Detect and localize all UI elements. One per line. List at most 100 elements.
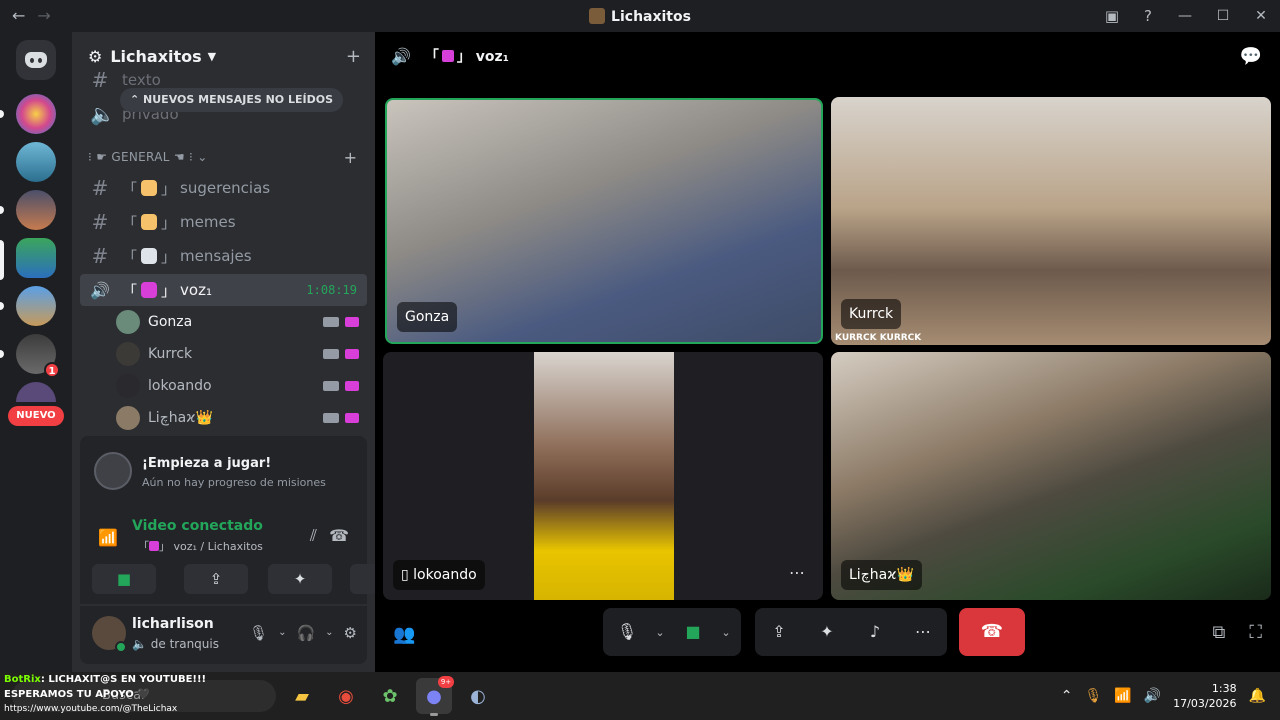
activities-button[interactable]: ✦ [268, 564, 332, 594]
voice-user-kurrck[interactable]: Kurrck [116, 340, 367, 368]
new-unread-messages-banner[interactable]: ⌃ NUEVOS MENSAJES NO LEÍDOS [120, 88, 343, 112]
create-channel-icon[interactable]: + [344, 148, 357, 167]
video-tile-kurrck[interactable]: Kurrck KURRCK KURRCK [831, 97, 1271, 345]
discord-logo-icon [25, 52, 47, 68]
settings-gear-icon[interactable]: ⚙ [344, 624, 357, 642]
channel-memes[interactable]: # 「」 memes [80, 206, 367, 238]
pop-out-icon[interactable]: ⧉ [1213, 622, 1226, 643]
server-icon[interactable] [16, 382, 56, 402]
taskbar-search[interactable]: Buscar [12, 680, 276, 712]
forward-arrow-icon[interactable]: → [37, 6, 50, 25]
back-arrow-icon[interactable]: ← [12, 6, 25, 25]
voice-user-lokoando[interactable]: lokoando [116, 372, 367, 400]
speaker-icon: 🔊 [391, 46, 411, 66]
app-icon[interactable]: ✿ [372, 678, 408, 714]
file-explorer-icon[interactable]: ▰ [284, 678, 320, 714]
chrome-icon[interactable]: ◉ [328, 678, 364, 714]
channel-sidebar: ⚙ Lichaxitos ▼ + # texto 🔈 privado ⌃ NUEVO… [72, 32, 424, 672]
steam-icon[interactable]: ◐ [460, 678, 496, 714]
microphone-button[interactable]: 🎙 [603, 608, 651, 656]
channel-partial[interactable]: # texto [80, 70, 367, 90]
invite-to-call-icon[interactable]: 👥 [393, 624, 415, 645]
noise-suppression-icon[interactable]: ⫽ [310, 526, 317, 546]
video-tile-gonza[interactable]: Gonza [385, 98, 823, 344]
more-options-icon[interactable]: ⋯ [789, 563, 805, 582]
screen-share-button[interactable]: ⇪ [755, 608, 803, 656]
headphones-icon[interactable]: 🎧 [296, 624, 315, 642]
system-clock[interactable]: 1:38 17/03/2026 [1173, 681, 1236, 711]
disconnect-icon[interactable]: ☎ [329, 526, 349, 545]
discord-app-icon[interactable]: ● 9+ [416, 676, 454, 716]
running-indicator [430, 713, 438, 716]
server-icon[interactable]: 1 [16, 334, 60, 378]
call-controls-bar: 👥 🎙 ⌄ ■ ⌄ ⇪ ✦ ♪ ⋯ ☎ ⧉ ⛶ [375, 608, 1280, 672]
minimize-button[interactable]: — [1166, 8, 1204, 24]
activities-button[interactable]: ✦ [803, 608, 851, 656]
avatar [116, 406, 140, 430]
chevron-down-icon[interactable]: ⌄ [278, 624, 286, 642]
server-icon[interactable] [16, 286, 56, 326]
user-panel: licharlison 🔈 de tranquis 🎙 ⌄ 🎧 ⌄ ⚙ [80, 606, 367, 664]
quest-panel[interactable]: ¡Empieza a jugar! Aún no hay progreso de… [80, 436, 367, 506]
chevron-down-icon[interactable]: ⌄ [651, 626, 669, 639]
megaphone-emoji-icon [141, 282, 158, 298]
hash-icon: # [91, 70, 109, 90]
voice-user-gonza[interactable]: Gonza [116, 308, 367, 336]
voice-user-lichax[interactable]: Liچhaϰ👑 [116, 404, 367, 432]
invite-people-icon[interactable]: + [346, 46, 361, 67]
voice-status[interactable]: Video conectado [132, 518, 263, 534]
chevron-up-icon[interactable]: ⌃ [1061, 688, 1073, 704]
chevron-down-icon[interactable]: ⌄ [325, 624, 333, 642]
server-icon[interactable] [16, 142, 56, 182]
custom-status: 🔈 de tranquis [132, 637, 219, 651]
title-bar: ← → Lichaxitos ▣ ? — ☐ ✕ [0, 0, 1280, 32]
voice-location[interactable]: 「」 voz₁ / Lichaxitos [138, 538, 263, 554]
wifi-icon[interactable]: 📶 [1114, 688, 1131, 704]
lock-speaker-icon: 🔈 [90, 102, 115, 126]
signal-icon[interactable]: 📶 [98, 528, 118, 547]
stream-icon [345, 381, 359, 391]
microphone-in-use-icon[interactable]: 🎙 [1085, 688, 1103, 704]
mention-badge: 1 [44, 362, 60, 378]
category-general[interactable]: ⁝ ☛ GENERAL ☚ ⁝ ⌄ [88, 150, 208, 164]
audio-video-controls: 🎙 ⌄ ■ ⌄ [603, 608, 741, 656]
volume-icon[interactable]: 🔊 [1144, 688, 1161, 704]
username[interactable]: licharlison [132, 616, 214, 632]
notifications-icon[interactable]: 🔔 [1249, 688, 1266, 704]
new-badge[interactable]: NUEVO [8, 406, 64, 426]
quest-title: ¡Empieza a jugar! [142, 456, 272, 471]
video-tile-lokoando[interactable]: ▯ lokoando ⋯ [383, 352, 823, 600]
server-icon-lichaxitos[interactable] [16, 238, 56, 278]
maximize-button[interactable]: ☐ [1204, 8, 1242, 24]
video-tile-lichax[interactable]: Liچhaϰ👑 [831, 352, 1271, 600]
video-frame [534, 352, 674, 600]
inbox-icon[interactable]: ▣ [1094, 7, 1130, 25]
call-timer: 1:08:19 [306, 283, 357, 297]
more-options-button[interactable]: ⋯ [899, 608, 947, 656]
channel-sugerencias[interactable]: # 「」 sugerencias [80, 172, 367, 204]
server-icon[interactable] [16, 94, 56, 134]
hang-up-button[interactable]: ☎ [959, 608, 1025, 656]
chevron-down-icon[interactable]: ⌄ [717, 626, 735, 639]
microphone-icon[interactable]: 🎙 [249, 624, 268, 642]
chevron-down-icon: ▼ [207, 49, 217, 63]
selected-pill [0, 240, 4, 280]
camera-toggle-button[interactable]: ■ [92, 564, 156, 594]
chat-bubble-icon[interactable]: 💬 [1240, 46, 1262, 67]
mobile-phone-icon: ▯ [401, 567, 414, 583]
video-stage: 🔊 「」 voz₁ 💬 Gonza Kurrck KURRCK KURRCK ▯… [375, 32, 1280, 672]
direct-messages-button[interactable] [16, 40, 56, 80]
participant-name: Kurrck [841, 299, 902, 329]
channel-mensajes[interactable]: # 「」 mensajes [80, 240, 367, 272]
close-button[interactable]: ✕ [1242, 8, 1280, 24]
stream-icon [345, 317, 359, 327]
soundboard-button[interactable]: ♪ [851, 608, 899, 656]
server-logo-icon [589, 8, 606, 24]
help-icon[interactable]: ? [1130, 7, 1166, 25]
server-icon[interactable] [16, 190, 56, 230]
screen-share-button[interactable]: ⇪ [184, 564, 248, 594]
voice-channel-voz[interactable]: 🔊 「」 voz₁ 1:08:19 [80, 274, 367, 306]
fullscreen-icon[interactable]: ⛶ [1249, 622, 1262, 643]
camera-button[interactable]: ■ [669, 608, 717, 656]
emoji-icon [141, 180, 158, 196]
